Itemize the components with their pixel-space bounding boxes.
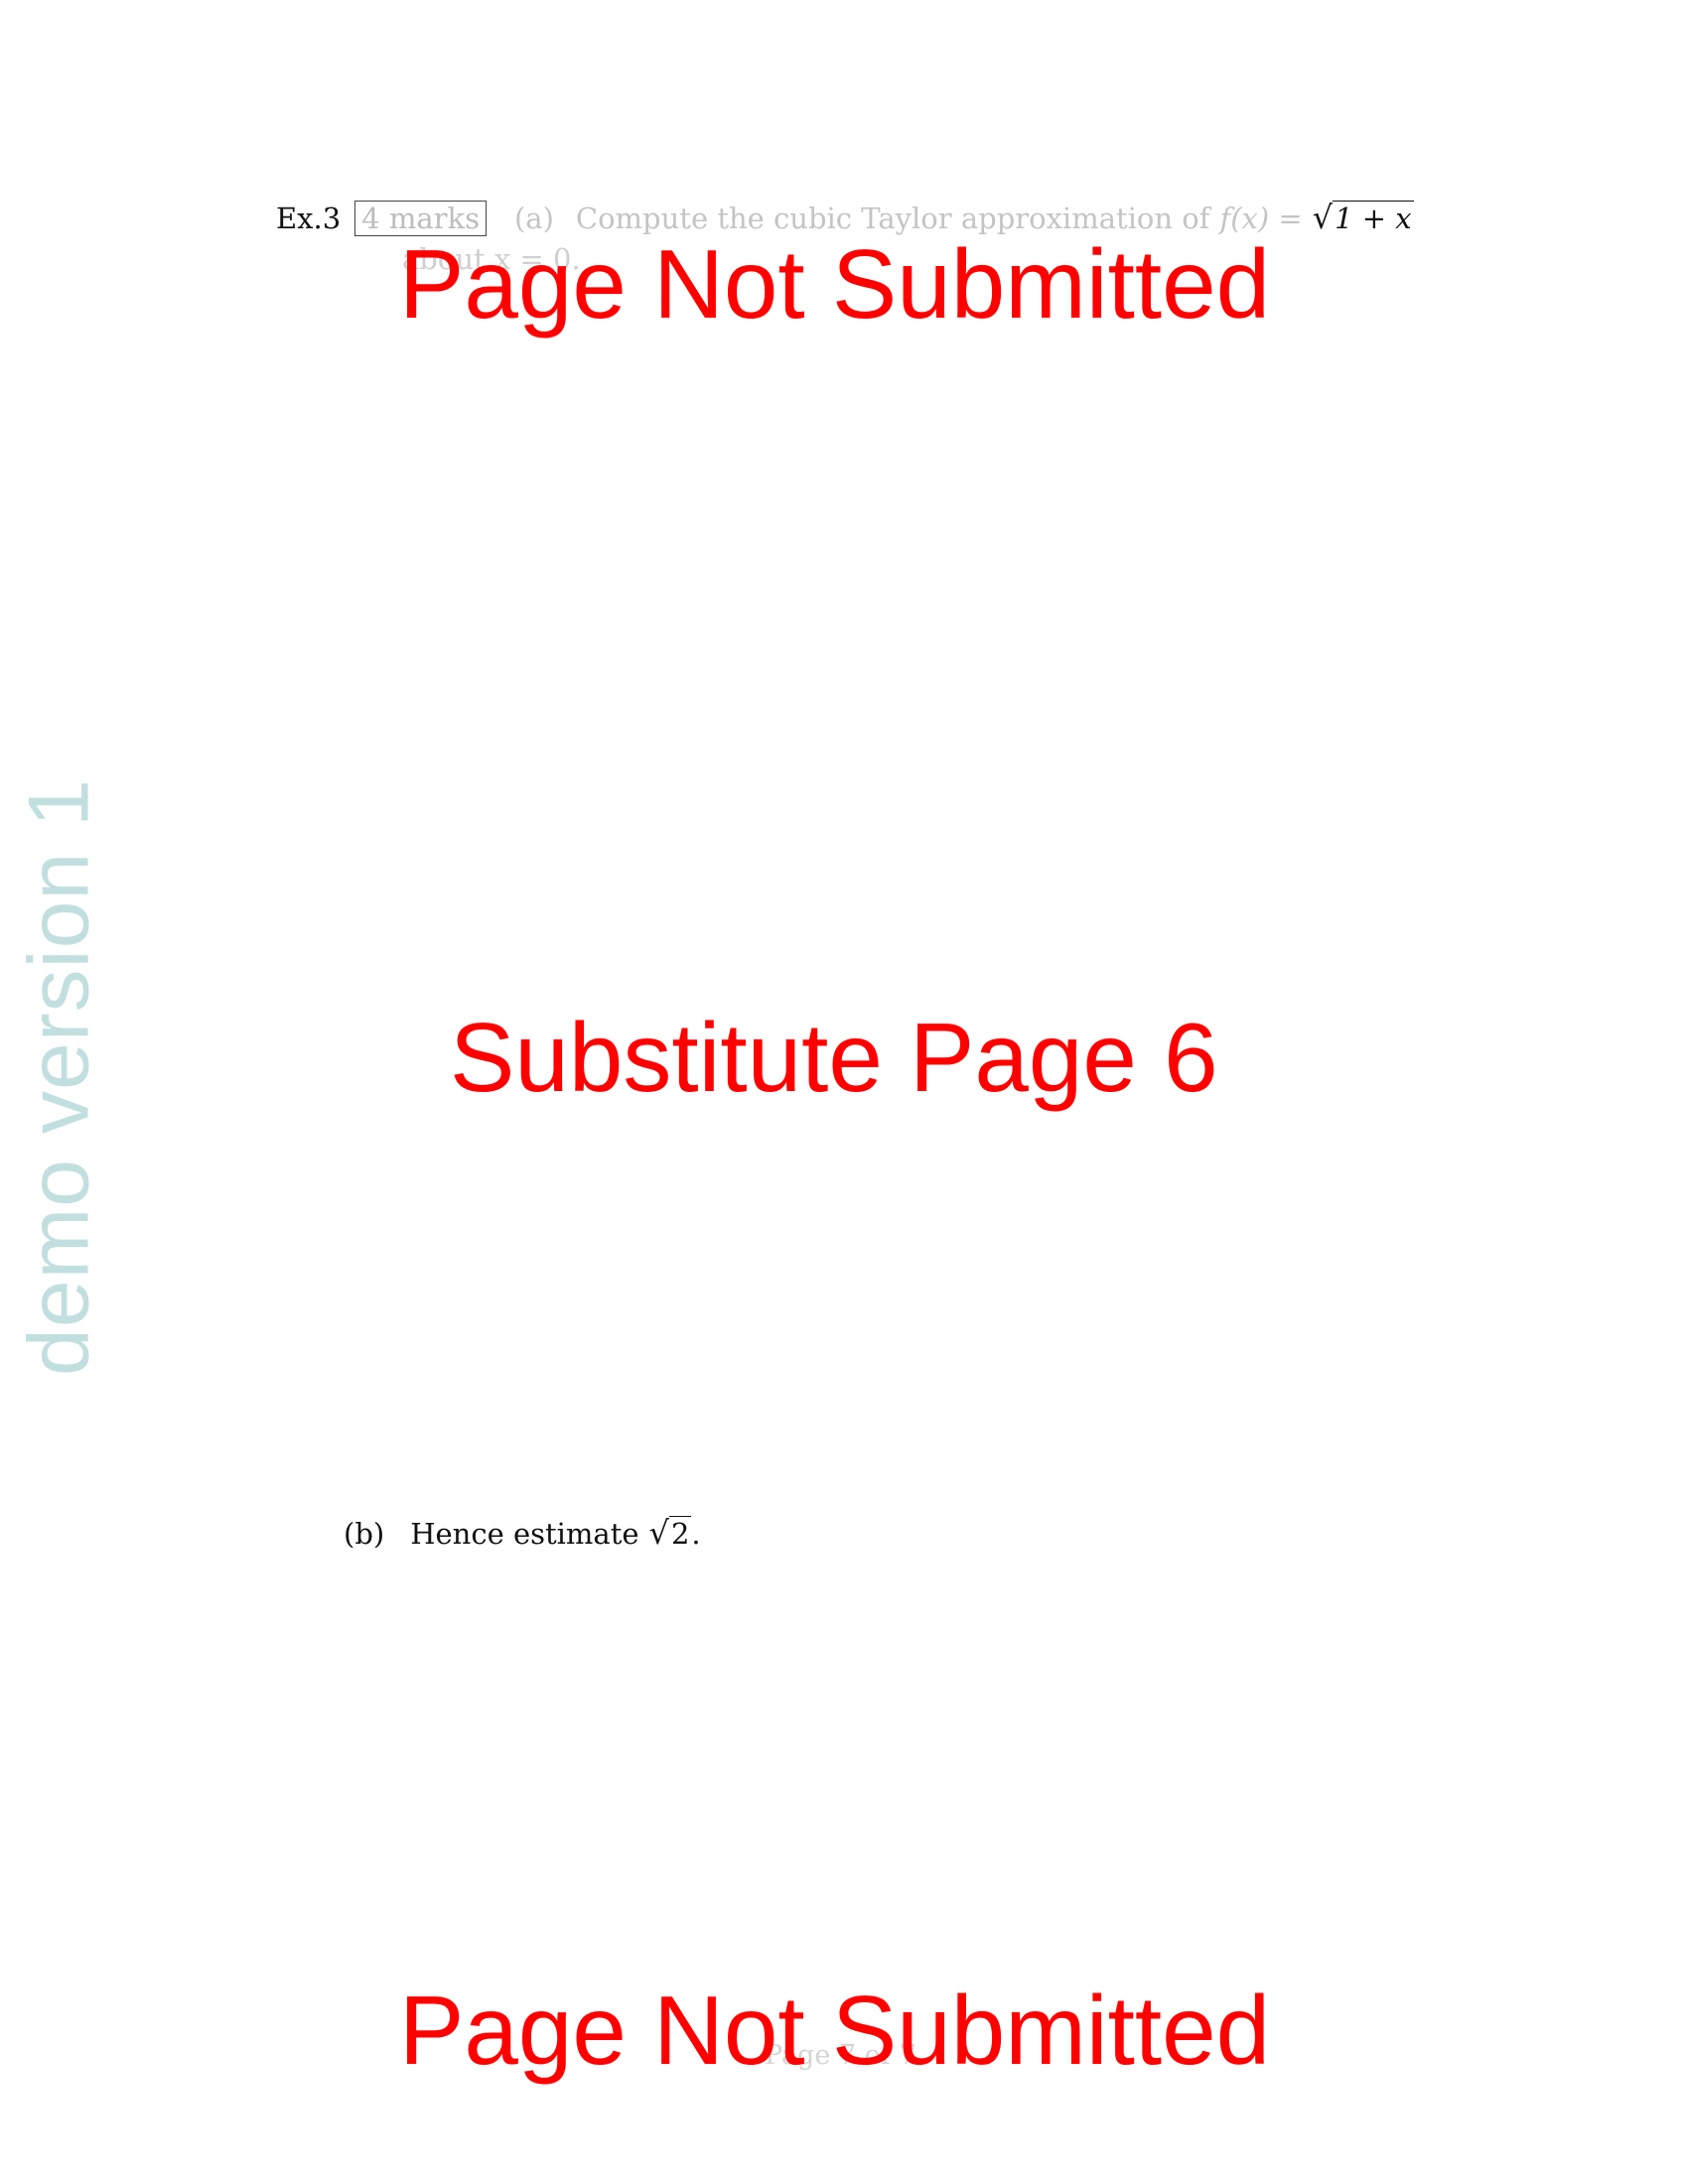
part-b-label: (b): [344, 1517, 385, 1551]
stamp-page-not-submitted-top: Page Not Submitted: [399, 229, 1271, 339]
exam-page: demo version 1 Ex.3 4 marks (a) Compute …: [0, 0, 1688, 2184]
stamp-page-not-submitted-bottom: Page Not Submitted: [399, 1976, 1271, 2085]
sqrt-radicand: 1 + x: [1333, 201, 1414, 235]
exercise-label: Ex.3: [276, 202, 342, 235]
sqrt-expression: √1 + x: [1313, 199, 1414, 236]
sqrt-symbol-icon: √: [648, 1514, 669, 1552]
part-b: (b) Hence estimate √ 2.: [344, 1514, 701, 1552]
sqrt-symbol-icon: √: [1312, 199, 1334, 236]
part-b-period: .: [691, 1517, 701, 1551]
part-b-radicand: 2: [668, 1516, 692, 1551]
demo-watermark-text: demo version 1: [11, 778, 107, 1376]
part-b-text: Hence estimate: [410, 1517, 639, 1551]
stamp-substitute-page: Substitute Page 6: [450, 1003, 1218, 1112]
